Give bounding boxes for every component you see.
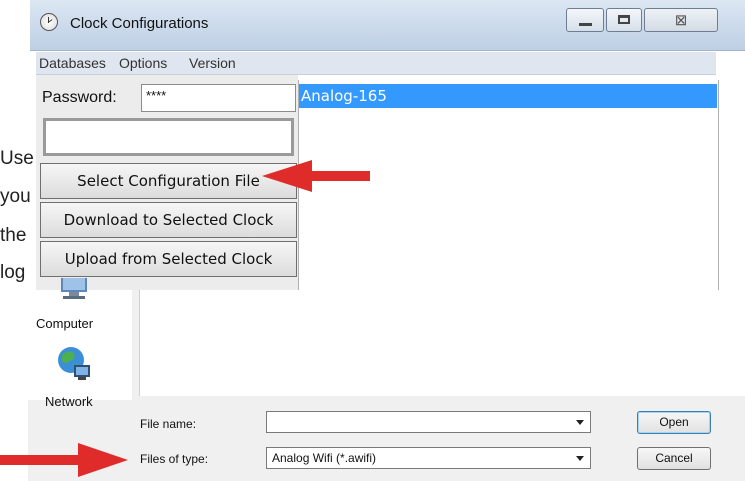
file-list-area[interactable]	[139, 290, 745, 396]
files-of-type-select[interactable]: Analog Wifi (*.awifi)	[266, 447, 591, 469]
password-label: Password:	[42, 89, 117, 106]
select-configuration-file-button[interactable]: Select Configuration File	[40, 163, 297, 199]
password-value: ****	[146, 88, 167, 103]
file-name-combo[interactable]	[266, 411, 591, 433]
text-input[interactable]	[43, 118, 294, 156]
menu-options[interactable]: Options	[119, 55, 167, 71]
clock-icon	[40, 13, 58, 31]
open-button[interactable]: Open	[637, 411, 711, 434]
download-to-clock-button[interactable]: Download to Selected Clock	[40, 202, 297, 238]
clock-list[interactable]	[298, 80, 719, 290]
file-name-label: File name:	[140, 417, 197, 431]
background-text-line-2: you	[0, 186, 31, 207]
minimize-button[interactable]	[566, 8, 604, 32]
window-title: Clock Configurations	[70, 15, 209, 32]
background-text-line-1: Use	[0, 148, 34, 169]
background-text-line-4: log	[0, 262, 26, 283]
computer-icon[interactable]	[55, 278, 93, 300]
cancel-button[interactable]: Cancel	[637, 447, 711, 470]
close-icon: ⊠	[674, 12, 688, 29]
network-icon[interactable]	[54, 343, 94, 383]
files-of-type-value: Analog Wifi (*.awifi)	[272, 451, 377, 465]
background-text-line-3: the	[0, 225, 27, 246]
chevron-down-icon[interactable]	[576, 420, 584, 425]
menu-bar: Databases Options Version	[36, 52, 716, 75]
nav-network-label[interactable]: Network	[45, 394, 93, 409]
menu-version[interactable]: Version	[189, 55, 236, 71]
menu-databases[interactable]: Databases	[39, 55, 106, 71]
files-of-type-label: Files of type:	[140, 452, 209, 466]
close-button[interactable]: ⊠	[644, 8, 718, 32]
upload-from-clock-button[interactable]: Upload from Selected Clock	[40, 241, 297, 277]
nav-computer-label[interactable]: Computer	[36, 316, 93, 331]
maximize-button[interactable]	[606, 8, 642, 32]
chevron-down-icon[interactable]	[576, 456, 584, 461]
list-item-label: Analog-165	[301, 87, 387, 105]
